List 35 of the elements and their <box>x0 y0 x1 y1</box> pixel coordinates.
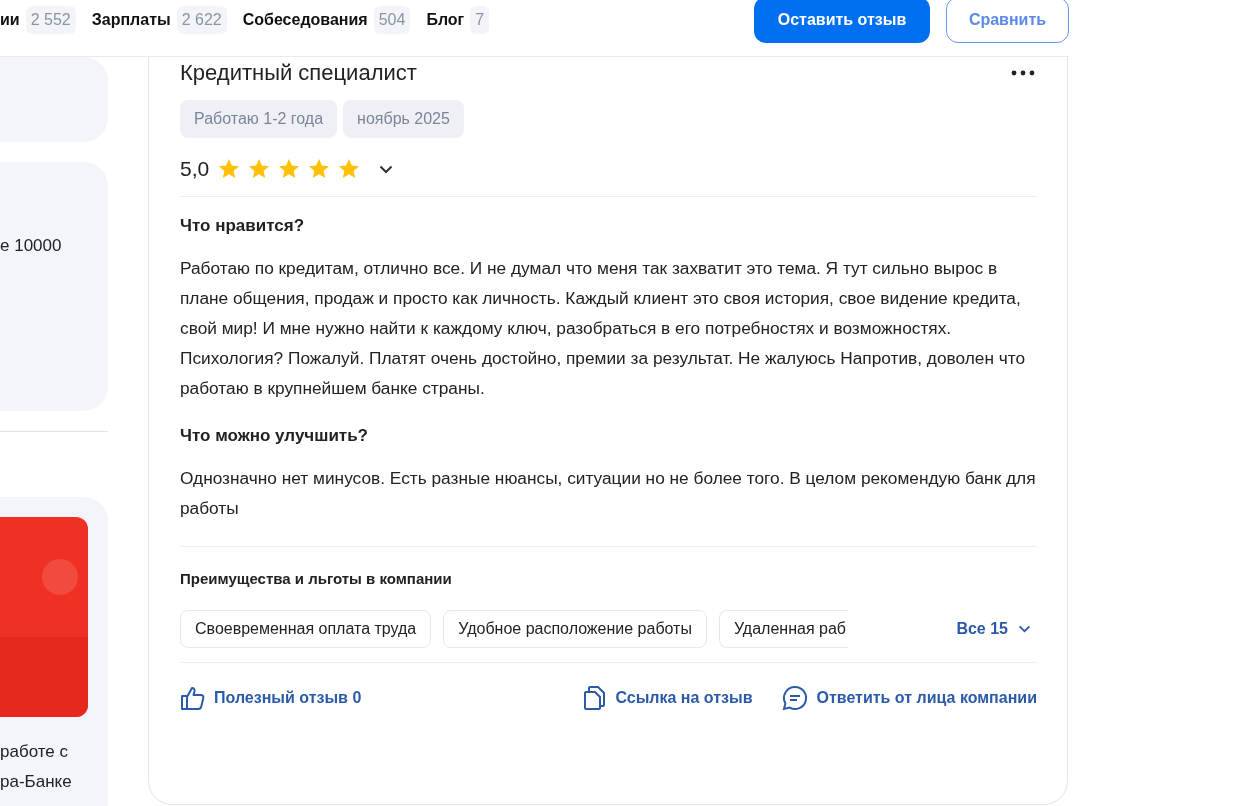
review-title: Кредитный специалист <box>180 60 417 86</box>
copy-icon <box>583 685 608 711</box>
card-text: ра-Банке <box>0 771 73 793</box>
leave-review-button[interactable]: Оставить отзыв <box>754 0 930 43</box>
tag: Работаю 1-2 года <box>180 100 338 138</box>
chevron-down-icon[interactable] <box>379 164 394 174</box>
card-text: е 10000 <box>0 236 62 255</box>
count-badge: 2 552 <box>25 6 76 34</box>
chevron-down-icon <box>1018 625 1031 633</box>
section-heading: Что можно улучшить? <box>180 426 369 446</box>
benefit-chip: Удаленная раб <box>718 610 848 648</box>
card-text: работе с <box>0 741 69 763</box>
helpful-button[interactable]: Полезный отзыв 0 <box>180 685 362 711</box>
section-heading: Что нравится? <box>180 216 306 236</box>
nav-tab[interactable]: Собеседования <box>242 11 368 29</box>
nav-tab[interactable]: Блог <box>426 11 465 29</box>
count-badge: 504 <box>373 6 411 34</box>
chat-icon <box>782 685 809 711</box>
thumbs-up-icon <box>180 685 206 711</box>
show-all-button[interactable]: Все 15 <box>956 620 1037 638</box>
benefit-chip: Удобное расположение работы <box>443 610 707 648</box>
review-text: Работаю по кредитам, отлично все. И не думал что меня так захватит это тема. Я тут сильно вырос в плане общения, продаж и просто как личность. Каждый клиент это своя история, свое видение кредита, свой мир! И мне нужно найти к каждому ключ, разобраться в его потребностях и возможностях. Психология? Пожалуй. Платят очень достойно, премии за результат. Не жалуюсь Напротив, доволен что работаю в крупнейшем банке страны. <box>180 257 1027 400</box>
copy-link-button[interactable]: Ссылка на отзыв <box>583 685 753 711</box>
compare-button[interactable]: Сравнить <box>946 0 1069 43</box>
nav-tab[interactable]: Зарплаты <box>91 11 171 29</box>
count-badge: 7 <box>470 6 490 34</box>
more-icon[interactable] <box>1011 70 1035 76</box>
rating-value: 5,0 <box>180 157 210 181</box>
tag: ноябрь 2025 <box>343 100 464 138</box>
benefits-heading: Преимущества и льготы в компании <box>180 570 453 587</box>
benefit-chip: Своевременная оплата труда <box>180 610 432 648</box>
reply-button[interactable]: Ответить от лица компании <box>782 685 1037 711</box>
review-text: Однозначно нет минусов. Есть разные нюансы, ситуации но не более того. В целом рекомендую банк для работы <box>180 467 1037 520</box>
nav-tab[interactable]: ии <box>0 11 20 29</box>
count-badge: 2 622 <box>176 6 227 34</box>
